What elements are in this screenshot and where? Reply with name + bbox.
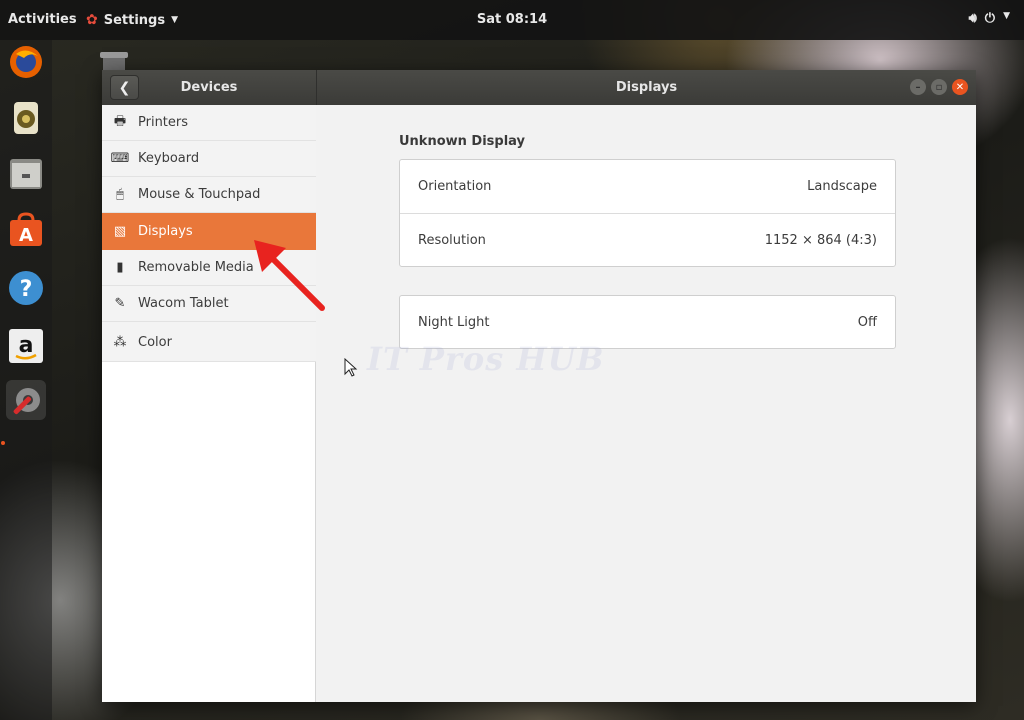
displays-panel: Unknown Display Orientation Landscape Re… [317,105,976,702]
svg-text:A: A [19,225,33,246]
close-button[interactable]: ✕ [952,79,968,95]
sidebar-item-label: Mouse & Touchpad [138,187,261,202]
maximize-button[interactable]: ▫ [931,79,947,95]
sidebar-item-printers[interactable]: 🖶 Printers [102,105,316,141]
sidebar-item-label: Displays [138,223,193,239]
system-menu[interactable]: 🔊︎ ⏻ ▼ [969,11,1010,26]
software-center-icon[interactable]: A [6,210,46,250]
rhythmbox-icon[interactable] [6,98,46,138]
usb-drive-icon: ▮ [116,260,124,275]
top-bar: Activities ✿ Settings ▼ Sat 08:14 🔊︎ ⏻ ▼ [0,0,1024,40]
keyboard-icon: ⌨ [110,151,130,166]
settings-window: ❮ Devices Displays – ▫ ✕ 🖶 Printers ⌨ Ke… [102,70,976,702]
panel-title: Displays [615,80,678,95]
minimize-icon: – [915,81,921,93]
display-name-heading: Unknown Display [399,134,526,149]
printer-icon: 🖶 [113,113,127,129]
mouse-pointer-icon [344,358,358,377]
night-light-value: Off [857,314,877,330]
mouse-icon: 🖱︎ [116,187,124,202]
sidebar-item-color[interactable]: ⁂ Color [102,323,316,362]
minimize-button[interactable]: – [910,79,926,95]
svg-text:a: a [19,333,34,358]
sidebar-item-label: Keyboard [138,151,200,166]
tablet-icon: ✎ [114,296,126,311]
power-icon: ⏻ [984,11,996,26]
svg-text:?: ? [20,277,33,302]
sidebar-item-keyboard[interactable]: ⌨ Keyboard [102,141,316,177]
sidebar-item-label: Removable Media [138,260,254,275]
amazon-icon[interactable]: a [6,326,46,366]
clock[interactable]: Sat 08:14 [0,12,1024,27]
dock: A ? a [0,40,52,720]
volume-icon: 🔊︎ [968,11,977,26]
sidebar-item-label: Printers [138,115,189,130]
night-light-label: Night Light [418,314,490,330]
chevron-down-icon: ▼ [1003,11,1010,21]
sidebar-item-mouse-touchpad[interactable]: 🖱︎ Mouse & Touchpad [102,177,316,213]
display-icon: ▧ [113,223,127,239]
window-controls: – ▫ ✕ [910,79,968,95]
firefox-icon[interactable] [6,42,46,82]
sidebar-item-label: Wacom Tablet [138,296,229,311]
orientation-value: Landscape [807,179,877,194]
orientation-label: Orientation [418,179,492,194]
sidebar: 🖶 Printers ⌨ Keyboard 🖱︎ Mouse & Touchpa… [102,105,316,702]
resolution-row[interactable]: Resolution 1152 × 864 (4:3) [400,213,895,266]
display-settings-list: Orientation Landscape Resolution 1152 × … [399,159,896,267]
trash-icon[interactable] [98,50,130,72]
sidebar-title: Devices [180,80,238,95]
resolution-label: Resolution [418,232,486,248]
window-titlebar[interactable]: ❮ Devices Displays – ▫ ✕ [102,70,976,105]
resolution-value: 1152 × 864 (4:3) [764,232,877,248]
maximize-icon: ▫ [935,81,943,93]
color-icon: ⁂ [113,334,127,350]
help-icon[interactable]: ? [6,268,46,308]
close-icon: ✕ [955,81,965,93]
settings-icon[interactable] [6,380,46,420]
orientation-row[interactable]: Orientation Landscape [400,160,895,213]
files-icon[interactable] [6,154,46,194]
running-indicator [1,441,5,445]
sidebar-item-label: Color [138,334,172,350]
watermark: IT Pros HUB [367,340,605,378]
annotation-arrow-icon [254,240,325,311]
sidebar-list: 🖶 Printers ⌨ Keyboard 🖱︎ Mouse & Touchpa… [102,105,316,362]
